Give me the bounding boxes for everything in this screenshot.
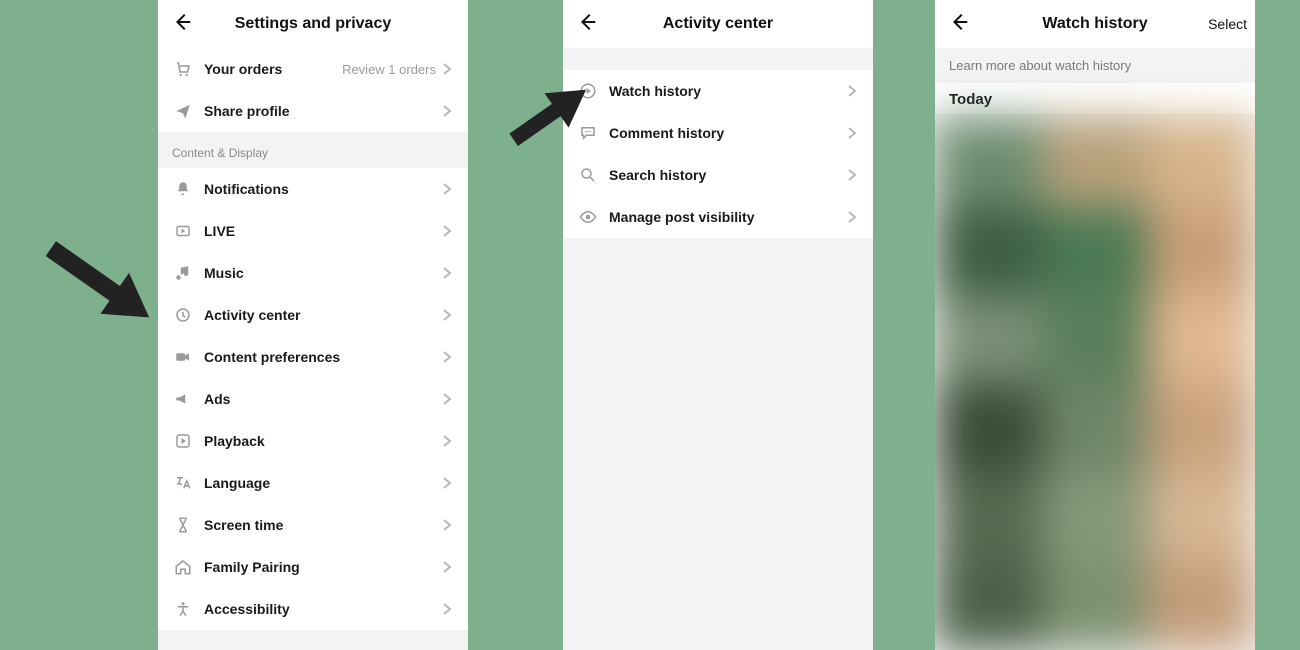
comment-icon <box>577 124 599 142</box>
annotation-arrow-1 <box>30 228 170 343</box>
screen-watch-history: Watch history Select Learn more about wa… <box>935 0 1255 650</box>
chevron-right-icon <box>440 560 454 574</box>
language-icon <box>172 474 194 492</box>
row-label: Your orders <box>194 61 342 77</box>
row-content-preferences[interactable]: Content preferences <box>158 336 468 378</box>
chevron-right-icon <box>440 224 454 238</box>
header: Watch history Select <box>935 0 1255 48</box>
live-icon <box>172 222 194 240</box>
screen-activity-center: Activity center Watch history Comment hi… <box>563 0 873 650</box>
row-label: Content preferences <box>194 349 440 365</box>
blurred-content <box>935 118 1255 650</box>
chevron-right-icon <box>440 182 454 196</box>
row-ads[interactable]: Ads <box>158 378 468 420</box>
group-activity: Watch history Comment history Search his… <box>563 70 873 238</box>
row-label: Watch history <box>599 83 845 99</box>
chevron-right-icon <box>845 126 859 140</box>
row-search-history[interactable]: Search history <box>563 154 873 196</box>
back-button[interactable] <box>945 10 973 38</box>
chevron-right-icon <box>440 392 454 406</box>
accessibility-icon <box>172 600 194 618</box>
row-label: Playback <box>194 433 440 449</box>
gap <box>158 630 468 640</box>
back-arrow-icon <box>576 11 598 38</box>
chevron-right-icon <box>845 210 859 224</box>
chevron-right-icon <box>440 434 454 448</box>
back-button[interactable] <box>573 10 601 38</box>
chevron-right-icon <box>845 168 859 182</box>
chevron-right-icon <box>440 350 454 364</box>
row-label: Ads <box>194 391 440 407</box>
row-label: Activity center <box>194 307 440 323</box>
group-account: Your orders Review 1 orders Share profil… <box>158 48 468 132</box>
music-note-icon <box>172 264 194 282</box>
gap <box>563 48 873 70</box>
row-music[interactable]: Music <box>158 252 468 294</box>
chevron-right-icon <box>440 266 454 280</box>
row-screen-time[interactable]: Screen time <box>158 504 468 546</box>
row-label: Comment history <box>599 125 845 141</box>
row-notifications[interactable]: Notifications <box>158 168 468 210</box>
play-circle-icon <box>577 82 599 100</box>
screen-settings-and-privacy: Settings and privacy Your orders Review … <box>158 0 468 650</box>
row-label: Language <box>194 475 440 491</box>
row-label: Manage post visibility <box>599 209 845 225</box>
info-learn-more[interactable]: Learn more about watch history <box>935 48 1255 83</box>
row-label: Notifications <box>194 181 440 197</box>
bell-icon <box>172 180 194 198</box>
cart-icon <box>172 60 194 78</box>
search-icon <box>577 166 599 184</box>
row-accessibility[interactable]: Accessibility <box>158 588 468 630</box>
row-live[interactable]: LIVE <box>158 210 468 252</box>
row-label: Search history <box>599 167 845 183</box>
row-label: Music <box>194 265 440 281</box>
back-button[interactable] <box>168 10 196 38</box>
hourglass-icon <box>172 516 194 534</box>
back-arrow-icon <box>948 11 970 38</box>
row-family-pairing[interactable]: Family Pairing <box>158 546 468 588</box>
chevron-right-icon <box>440 308 454 322</box>
row-language[interactable]: Language <box>158 462 468 504</box>
row-your-orders[interactable]: Your orders Review 1 orders <box>158 48 468 90</box>
select-button[interactable]: Select <box>1208 16 1247 32</box>
play-icon <box>172 432 194 450</box>
row-playback[interactable]: Playback <box>158 420 468 462</box>
back-arrow-icon <box>171 11 193 38</box>
chevron-right-icon <box>440 602 454 616</box>
video-icon <box>172 348 194 366</box>
clock-icon <box>172 306 194 324</box>
home-icon <box>172 558 194 576</box>
row-label: Family Pairing <box>194 559 440 575</box>
page-title: Activity center <box>563 15 873 33</box>
section-today: Today <box>935 83 1255 114</box>
row-manage-post-visibility[interactable]: Manage post visibility <box>563 196 873 238</box>
chevron-right-icon <box>440 518 454 532</box>
row-label: LIVE <box>194 223 440 239</box>
eye-icon <box>577 208 599 226</box>
share-icon <box>172 102 194 120</box>
row-value: Review 1 orders <box>342 62 440 77</box>
megaphone-icon <box>172 390 194 408</box>
row-watch-history[interactable]: Watch history <box>563 70 873 112</box>
row-label: Screen time <box>194 517 440 533</box>
row-share-profile[interactable]: Share profile <box>158 90 468 132</box>
chevron-right-icon <box>845 84 859 98</box>
page-title: Watch history <box>935 15 1255 33</box>
group-content-display: Notifications LIVE Music Activity center… <box>158 168 468 630</box>
section-header-content-display: Content & Display <box>158 132 468 168</box>
header: Activity center <box>563 0 873 48</box>
row-label: Share profile <box>194 103 440 119</box>
page-title: Settings and privacy <box>158 15 468 33</box>
row-activity-center[interactable]: Activity center <box>158 294 468 336</box>
row-comment-history[interactable]: Comment history <box>563 112 873 154</box>
header: Settings and privacy <box>158 0 468 48</box>
chevron-right-icon <box>440 104 454 118</box>
chevron-right-icon <box>440 62 454 76</box>
row-label: Accessibility <box>194 601 440 617</box>
chevron-right-icon <box>440 476 454 490</box>
